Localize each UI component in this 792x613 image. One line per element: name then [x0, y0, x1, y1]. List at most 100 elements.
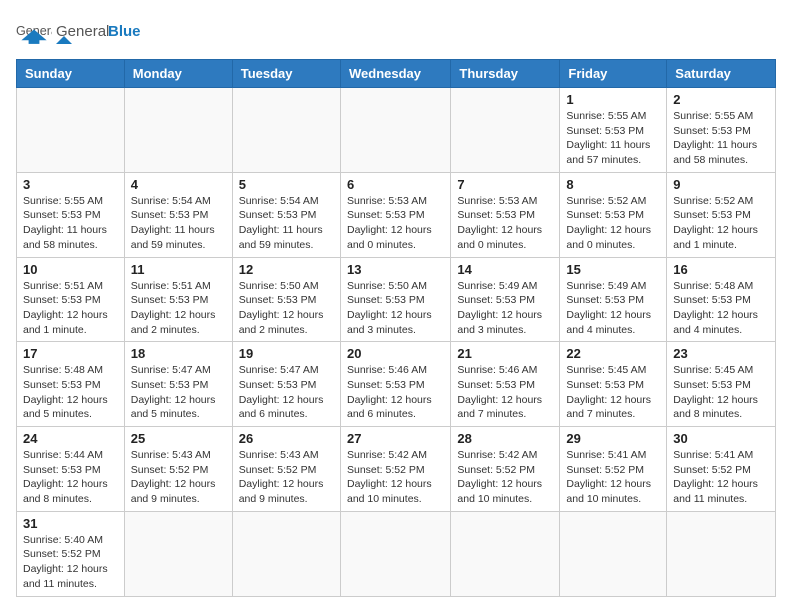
calendar-cell — [124, 511, 232, 596]
day-number: 24 — [23, 431, 118, 446]
calendar-cell: 20 Sunrise: 5:46 AM Sunset: 5:53 PM Dayl… — [340, 342, 450, 427]
calendar-cell: 9 Sunrise: 5:52 AM Sunset: 5:53 PM Dayli… — [667, 172, 776, 257]
calendar-week-3: 10 Sunrise: 5:51 AM Sunset: 5:53 PM Dayl… — [17, 257, 776, 342]
day-number: 23 — [673, 346, 769, 361]
calendar-cell — [667, 511, 776, 596]
calendar-week-4: 17 Sunrise: 5:48 AM Sunset: 5:53 PM Dayl… — [17, 342, 776, 427]
day-info: Sunrise: 5:42 AM Sunset: 5:52 PM Dayligh… — [347, 448, 444, 507]
column-header-friday: Friday — [560, 60, 667, 88]
column-header-wednesday: Wednesday — [340, 60, 450, 88]
day-number: 30 — [673, 431, 769, 446]
day-info: Sunrise: 5:55 AM Sunset: 5:53 PM Dayligh… — [673, 109, 769, 168]
day-number: 17 — [23, 346, 118, 361]
day-number: 15 — [566, 262, 660, 277]
day-info: Sunrise: 5:55 AM Sunset: 5:53 PM Dayligh… — [23, 194, 118, 253]
day-info: Sunrise: 5:54 AM Sunset: 5:53 PM Dayligh… — [131, 194, 226, 253]
day-number: 16 — [673, 262, 769, 277]
calendar-cell: 8 Sunrise: 5:52 AM Sunset: 5:53 PM Dayli… — [560, 172, 667, 257]
day-info: Sunrise: 5:49 AM Sunset: 5:53 PM Dayligh… — [566, 279, 660, 338]
day-info: Sunrise: 5:51 AM Sunset: 5:53 PM Dayligh… — [131, 279, 226, 338]
calendar-cell — [560, 511, 667, 596]
column-header-monday: Monday — [124, 60, 232, 88]
calendar-cell: 1 Sunrise: 5:55 AM Sunset: 5:53 PM Dayli… — [560, 88, 667, 173]
calendar-cell: 12 Sunrise: 5:50 AM Sunset: 5:53 PM Dayl… — [232, 257, 340, 342]
calendar-week-6: 31 Sunrise: 5:40 AM Sunset: 5:52 PM Dayl… — [17, 511, 776, 596]
day-number: 11 — [131, 262, 226, 277]
day-info: Sunrise: 5:40 AM Sunset: 5:52 PM Dayligh… — [23, 533, 118, 592]
svg-text:Blue: Blue — [108, 23, 141, 40]
calendar-cell: 27 Sunrise: 5:42 AM Sunset: 5:52 PM Dayl… — [340, 427, 450, 512]
day-number: 1 — [566, 92, 660, 107]
day-number: 13 — [347, 262, 444, 277]
day-info: Sunrise: 5:41 AM Sunset: 5:52 PM Dayligh… — [673, 448, 769, 507]
day-info: Sunrise: 5:44 AM Sunset: 5:53 PM Dayligh… — [23, 448, 118, 507]
day-number: 8 — [566, 177, 660, 192]
calendar-cell: 22 Sunrise: 5:45 AM Sunset: 5:53 PM Dayl… — [560, 342, 667, 427]
day-info: Sunrise: 5:48 AM Sunset: 5:53 PM Dayligh… — [673, 279, 769, 338]
column-header-sunday: Sunday — [17, 60, 125, 88]
calendar-cell: 6 Sunrise: 5:53 AM Sunset: 5:53 PM Dayli… — [340, 172, 450, 257]
day-info: Sunrise: 5:45 AM Sunset: 5:53 PM Dayligh… — [673, 363, 769, 422]
day-number: 22 — [566, 346, 660, 361]
day-info: Sunrise: 5:47 AM Sunset: 5:53 PM Dayligh… — [131, 363, 226, 422]
calendar-cell: 18 Sunrise: 5:47 AM Sunset: 5:53 PM Dayl… — [124, 342, 232, 427]
day-info: Sunrise: 5:55 AM Sunset: 5:53 PM Dayligh… — [566, 109, 660, 168]
calendar-cell — [451, 511, 560, 596]
day-number: 3 — [23, 177, 118, 192]
calendar-cell: 29 Sunrise: 5:41 AM Sunset: 5:52 PM Dayl… — [560, 427, 667, 512]
day-number: 19 — [239, 346, 334, 361]
day-number: 25 — [131, 431, 226, 446]
column-header-tuesday: Tuesday — [232, 60, 340, 88]
calendar-cell: 5 Sunrise: 5:54 AM Sunset: 5:53 PM Dayli… — [232, 172, 340, 257]
day-info: Sunrise: 5:52 AM Sunset: 5:53 PM Dayligh… — [673, 194, 769, 253]
day-info: Sunrise: 5:47 AM Sunset: 5:53 PM Dayligh… — [239, 363, 334, 422]
column-header-thursday: Thursday — [451, 60, 560, 88]
calendar-cell — [124, 88, 232, 173]
calendar-cell — [232, 88, 340, 173]
day-info: Sunrise: 5:50 AM Sunset: 5:53 PM Dayligh… — [239, 279, 334, 338]
day-number: 21 — [457, 346, 553, 361]
day-number: 29 — [566, 431, 660, 446]
day-number: 12 — [239, 262, 334, 277]
calendar-cell: 17 Sunrise: 5:48 AM Sunset: 5:53 PM Dayl… — [17, 342, 125, 427]
calendar-cell: 15 Sunrise: 5:49 AM Sunset: 5:53 PM Dayl… — [560, 257, 667, 342]
day-info: Sunrise: 5:43 AM Sunset: 5:52 PM Dayligh… — [239, 448, 334, 507]
day-info: Sunrise: 5:51 AM Sunset: 5:53 PM Dayligh… — [23, 279, 118, 338]
calendar-cell: 19 Sunrise: 5:47 AM Sunset: 5:53 PM Dayl… — [232, 342, 340, 427]
calendar-cell: 24 Sunrise: 5:44 AM Sunset: 5:53 PM Dayl… — [17, 427, 125, 512]
day-info: Sunrise: 5:53 AM Sunset: 5:53 PM Dayligh… — [347, 194, 444, 253]
calendar-cell: 26 Sunrise: 5:43 AM Sunset: 5:52 PM Dayl… — [232, 427, 340, 512]
day-info: Sunrise: 5:52 AM Sunset: 5:53 PM Dayligh… — [566, 194, 660, 253]
logo-icon: General — [16, 20, 52, 48]
calendar-cell: 16 Sunrise: 5:48 AM Sunset: 5:53 PM Dayl… — [667, 257, 776, 342]
day-number: 4 — [131, 177, 226, 192]
calendar-week-1: 1 Sunrise: 5:55 AM Sunset: 5:53 PM Dayli… — [17, 88, 776, 173]
day-info: Sunrise: 5:50 AM Sunset: 5:53 PM Dayligh… — [347, 279, 444, 338]
logo-text: General Blue — [56, 16, 146, 51]
calendar-cell — [340, 88, 450, 173]
calendar-cell — [340, 511, 450, 596]
calendar-cell: 11 Sunrise: 5:51 AM Sunset: 5:53 PM Dayl… — [124, 257, 232, 342]
day-info: Sunrise: 5:41 AM Sunset: 5:52 PM Dayligh… — [566, 448, 660, 507]
column-header-saturday: Saturday — [667, 60, 776, 88]
day-number: 6 — [347, 177, 444, 192]
day-number: 28 — [457, 431, 553, 446]
calendar-cell: 28 Sunrise: 5:42 AM Sunset: 5:52 PM Dayl… — [451, 427, 560, 512]
day-number: 5 — [239, 177, 334, 192]
calendar-week-2: 3 Sunrise: 5:55 AM Sunset: 5:53 PM Dayli… — [17, 172, 776, 257]
calendar-cell: 2 Sunrise: 5:55 AM Sunset: 5:53 PM Dayli… — [667, 88, 776, 173]
calendar-cell: 4 Sunrise: 5:54 AM Sunset: 5:53 PM Dayli… — [124, 172, 232, 257]
calendar-cell: 31 Sunrise: 5:40 AM Sunset: 5:52 PM Dayl… — [17, 511, 125, 596]
day-number: 7 — [457, 177, 553, 192]
calendar-cell — [232, 511, 340, 596]
calendar-cell: 30 Sunrise: 5:41 AM Sunset: 5:52 PM Dayl… — [667, 427, 776, 512]
calendar-cell: 7 Sunrise: 5:53 AM Sunset: 5:53 PM Dayli… — [451, 172, 560, 257]
logo: General General Blue — [16, 16, 146, 51]
day-number: 20 — [347, 346, 444, 361]
calendar-cell: 23 Sunrise: 5:45 AM Sunset: 5:53 PM Dayl… — [667, 342, 776, 427]
day-info: Sunrise: 5:46 AM Sunset: 5:53 PM Dayligh… — [347, 363, 444, 422]
calendar-header-row: SundayMondayTuesdayWednesdayThursdayFrid… — [17, 60, 776, 88]
day-info: Sunrise: 5:42 AM Sunset: 5:52 PM Dayligh… — [457, 448, 553, 507]
calendar-cell: 13 Sunrise: 5:50 AM Sunset: 5:53 PM Dayl… — [340, 257, 450, 342]
calendar-cell: 21 Sunrise: 5:46 AM Sunset: 5:53 PM Dayl… — [451, 342, 560, 427]
